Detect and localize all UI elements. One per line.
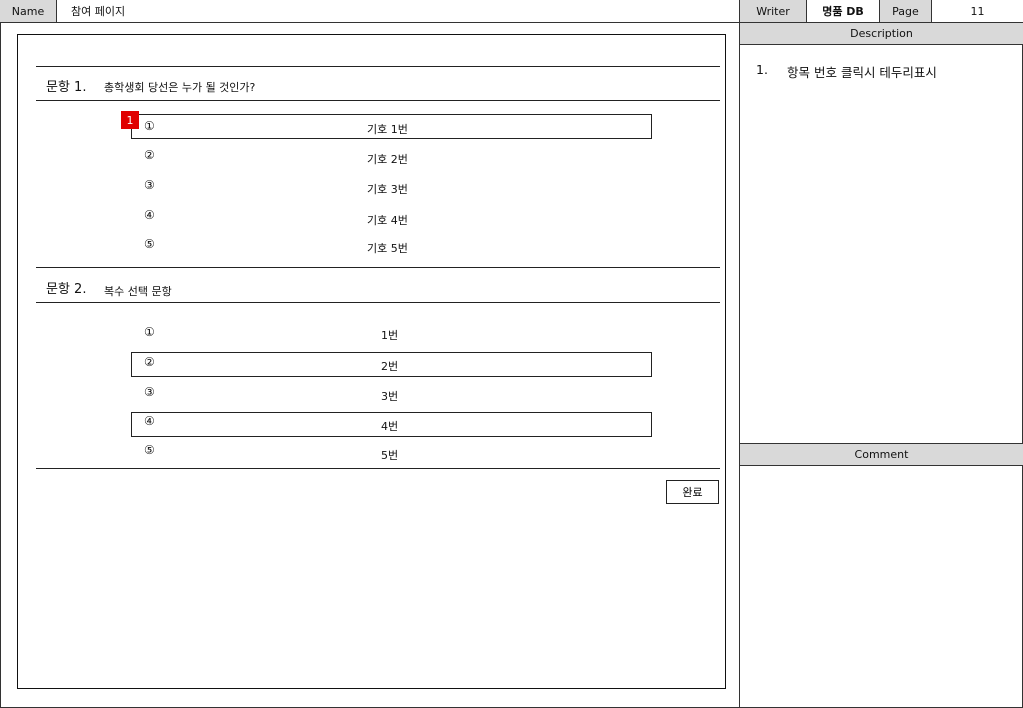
- divider: [36, 267, 720, 268]
- question-1-label: 문항 1.: [46, 80, 87, 95]
- q2-option-3-text[interactable]: 3번: [381, 388, 398, 404]
- q1-option-2-text[interactable]: 기호 2번: [367, 151, 408, 167]
- q2-option-2-text[interactable]: 2번: [381, 358, 398, 374]
- question-1-text: 총학생회 당선은 누가 될 것인가?: [104, 81, 256, 94]
- q1-option-4-number[interactable]: ④: [144, 208, 155, 222]
- page-name: 참여 페이지: [57, 0, 740, 23]
- description-item-number: 1.: [756, 62, 768, 77]
- panel-divider: [739, 23, 740, 708]
- q1-option-3-number[interactable]: ③: [144, 178, 155, 192]
- done-button[interactable]: 완료: [666, 480, 719, 504]
- annotation-marker: 1: [121, 111, 139, 129]
- q1-option-5-number[interactable]: ⑤: [144, 237, 155, 251]
- question-2-text: 복수 선택 문항: [104, 285, 172, 298]
- q1-option-3-text[interactable]: 기호 3번: [367, 181, 408, 197]
- divider: [36, 302, 720, 303]
- comment-header: Comment: [740, 443, 1023, 466]
- description-header: Description: [740, 23, 1023, 45]
- page-label: Page: [880, 0, 932, 23]
- description-item-text: 항목 번호 클릭시 테두리표시: [787, 65, 937, 80]
- q2-option-5-text[interactable]: 5번: [381, 447, 398, 463]
- name-label: Name: [0, 0, 57, 23]
- q2-option-3-number[interactable]: ③: [144, 385, 155, 399]
- q1-option-5-text[interactable]: 기호 5번: [367, 240, 408, 256]
- page-number: 11: [932, 0, 1023, 23]
- q2-option-2-number[interactable]: ②: [144, 355, 155, 369]
- writer-value: 명품 DB: [807, 0, 880, 23]
- q1-option-1-number[interactable]: ①: [144, 119, 155, 133]
- q2-option-4-number[interactable]: ④: [144, 414, 155, 428]
- q2-option-5-number[interactable]: ⑤: [144, 443, 155, 457]
- divider: [36, 100, 720, 101]
- divider: [36, 468, 720, 469]
- description-item: 1. 항목 번호 클릭시 테두리표시: [756, 62, 937, 81]
- q1-option-2-number[interactable]: ②: [144, 148, 155, 162]
- divider: [36, 66, 720, 67]
- question-2-label: 문항 2.: [46, 282, 87, 297]
- q2-option-4-text[interactable]: 4번: [381, 418, 398, 434]
- q1-option-1-text[interactable]: 기호 1번: [367, 121, 408, 137]
- q1-option-4-text[interactable]: 기호 4번: [367, 212, 408, 228]
- q2-option-1-text[interactable]: 1번: [381, 327, 398, 343]
- writer-label: Writer: [740, 0, 807, 23]
- q2-option-1-number[interactable]: ①: [144, 325, 155, 339]
